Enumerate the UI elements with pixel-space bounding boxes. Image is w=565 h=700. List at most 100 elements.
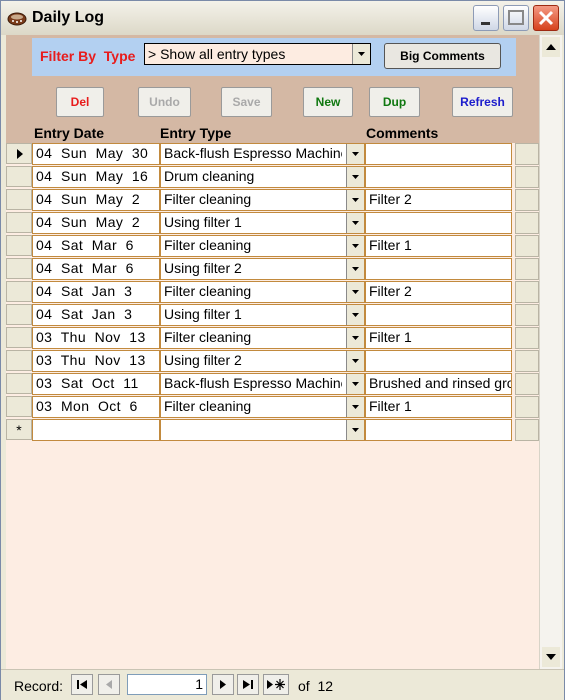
new-record-selector[interactable]: * [6,419,32,440]
row-button[interactable] [515,327,539,349]
table-row[interactable]: 04 Sun May 2 Filter cleaning Filter 2 [6,189,539,212]
record-selector[interactable] [6,304,32,325]
next-record-button[interactable] [212,674,234,695]
chevron-down-icon[interactable] [346,167,364,187]
entry-type-cell[interactable]: Using filter 1 [160,212,365,234]
undo-button[interactable]: Undo [138,87,191,117]
entry-type-cell[interactable] [160,419,365,441]
chevron-down-icon[interactable] [346,305,364,325]
big-comments-button[interactable]: Big Comments [384,43,501,69]
chevron-down-icon[interactable] [346,397,364,417]
title-bar[interactable]: Daily Log [1,1,564,35]
comments-cell[interactable]: Filter 2 [365,189,512,211]
chevron-down-icon[interactable] [346,328,364,348]
comments-cell[interactable] [365,258,512,280]
filter-type-combo[interactable]: > Show all entry types [144,43,371,65]
chevron-down-icon[interactable] [346,374,364,394]
previous-record-button[interactable] [98,674,120,695]
entry-date-cell[interactable]: 04 Sun May 30 [32,143,160,165]
row-button[interactable] [515,304,539,326]
comments-cell[interactable]: Filter 1 [365,235,512,257]
entry-date-cell[interactable]: 03 Mon Oct 6 [32,396,160,418]
comments-cell[interactable]: Filter 1 [365,396,512,418]
entry-type-cell[interactable]: Using filter 2 [160,350,365,372]
record-selector[interactable] [6,281,32,302]
row-button[interactable] [515,166,539,188]
entry-type-cell[interactable]: Filter cleaning [160,396,365,418]
record-selector[interactable] [6,235,32,256]
comments-cell[interactable] [365,212,512,234]
dup-button[interactable]: Dup [369,87,420,117]
entry-date-cell[interactable]: 03 Thu Nov 13 [32,350,160,372]
table-row[interactable]: 04 Sun May 2 Using filter 1 [6,212,539,235]
row-button[interactable] [515,235,539,257]
entry-date-cell[interactable]: 03 Sat Oct 11 [32,373,160,395]
record-selector[interactable] [6,373,32,394]
table-row[interactable]: 04 Sat Mar 6 Filter cleaning Filter 1 [6,235,539,258]
del-button[interactable]: Del [56,87,104,117]
chevron-down-icon[interactable] [346,282,364,302]
comments-cell[interactable] [365,419,512,441]
entry-type-cell[interactable]: Back-flush Espresso Machine [160,143,365,165]
record-selector[interactable] [6,166,32,187]
entry-type-cell[interactable]: Filter cleaning [160,189,365,211]
entry-type-cell[interactable]: Filter cleaning [160,235,365,257]
record-selector[interactable] [6,189,32,210]
vertical-scrollbar[interactable] [539,35,562,669]
entry-date-cell[interactable]: 04 Sat Jan 3 [32,281,160,303]
comments-cell[interactable]: Filter 2 [365,281,512,303]
entry-type-cell[interactable]: Drum cleaning [160,166,365,188]
scroll-up-button[interactable] [542,37,560,57]
row-button[interactable] [515,189,539,211]
entry-type-cell[interactable]: Using filter 2 [160,258,365,280]
record-selector[interactable] [6,396,32,417]
row-button[interactable] [515,281,539,303]
row-button[interactable] [515,373,539,395]
table-row[interactable]: 04 Sat Mar 6 Using filter 2 [6,258,539,281]
scroll-down-button[interactable] [542,647,560,667]
record-selector[interactable] [6,327,32,348]
comments-cell[interactable] [365,304,512,326]
minimize-button[interactable] [473,5,499,31]
entry-date-cell[interactable]: 03 Thu Nov 13 [32,327,160,349]
comments-cell[interactable] [365,350,512,372]
last-record-button[interactable] [237,674,259,695]
chevron-down-icon[interactable] [352,44,370,64]
first-record-button[interactable] [71,674,93,695]
record-selector[interactable] [6,350,32,371]
new-record-button[interactable] [263,674,289,695]
close-button[interactable] [533,5,559,31]
new-button[interactable]: New [303,87,353,117]
record-selector[interactable] [6,258,32,279]
entry-type-cell[interactable]: Using filter 1 [160,304,365,326]
entry-date-cell[interactable]: 04 Sun May 16 [32,166,160,188]
table-row[interactable]: 04 Sat Jan 3 Using filter 1 [6,304,539,327]
record-selector[interactable] [6,212,32,233]
chevron-down-icon[interactable] [346,190,364,210]
entry-date-cell[interactable] [32,419,160,441]
table-row[interactable]: 03 Mon Oct 6 Filter cleaning Filter 1 [6,396,539,419]
current-record-input[interactable]: 1 [127,674,207,695]
table-row[interactable]: 03 Thu Nov 13 Filter cleaning Filter 1 [6,327,539,350]
entry-type-cell[interactable]: Filter cleaning [160,281,365,303]
row-button[interactable] [515,396,539,418]
save-button[interactable]: Save [221,87,272,117]
entry-date-cell[interactable]: 04 Sun May 2 [32,212,160,234]
entry-type-cell[interactable]: Back-flush Espresso Machine [160,373,365,395]
chevron-down-icon[interactable] [346,213,364,233]
row-button[interactable] [515,419,539,441]
chevron-down-icon[interactable] [346,144,364,164]
table-row[interactable]: 04 Sun May 30 Back-flush Espresso Machin… [6,143,539,166]
chevron-down-icon[interactable] [346,420,364,440]
chevron-down-icon[interactable] [346,351,364,371]
chevron-down-icon[interactable] [346,236,364,256]
comments-cell[interactable]: Brushed and rinsed group [365,373,512,395]
chevron-down-icon[interactable] [346,259,364,279]
entry-date-cell[interactable]: 04 Sat Jan 3 [32,304,160,326]
maximize-button[interactable] [503,5,529,31]
table-row[interactable]: 04 Sat Jan 3 Filter cleaning Filter 2 [6,281,539,304]
refresh-button[interactable]: Refresh [452,87,513,117]
row-button[interactable] [515,143,539,165]
table-row[interactable]: 03 Sat Oct 11 Back-flush Espresso Machin… [6,373,539,396]
comments-cell[interactable]: Filter 1 [365,327,512,349]
